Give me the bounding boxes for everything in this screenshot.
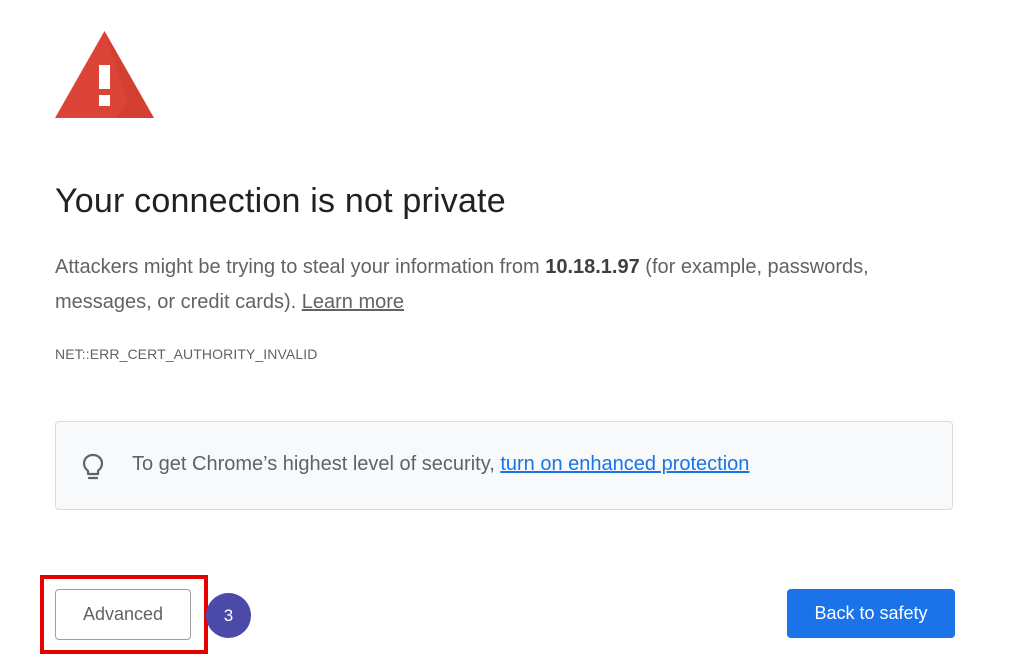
step-number-badge: 3 [206,593,251,638]
back-to-safety-button[interactable]: Back to safety [787,589,955,638]
enhanced-protection-banner: To get Chrome’s highest level of securit… [55,421,953,510]
interstitial-page: Your connection is not private Attackers… [0,0,1012,672]
error-code: NET::ERR_CERT_AUTHORITY_INVALID [55,346,318,362]
warning-message: Attackers might be trying to steal your … [55,250,935,320]
host-address: 10.18.1.97 [545,256,640,278]
advanced-button[interactable]: Advanced [55,589,191,640]
lightbulb-icon [82,453,104,480]
warning-triangle-icon [55,31,154,118]
enhanced-protection-link[interactable]: turn on enhanced protection [500,453,749,475]
enhanced-protection-text: To get Chrome’s highest level of securit… [132,453,749,476]
enhanced-protection-label: To get Chrome’s highest level of securit… [132,453,501,475]
page-title: Your connection is not private [55,182,506,220]
message-text: Attackers might be trying to steal your … [55,256,546,278]
learn-more-link[interactable]: Learn more [302,291,404,313]
